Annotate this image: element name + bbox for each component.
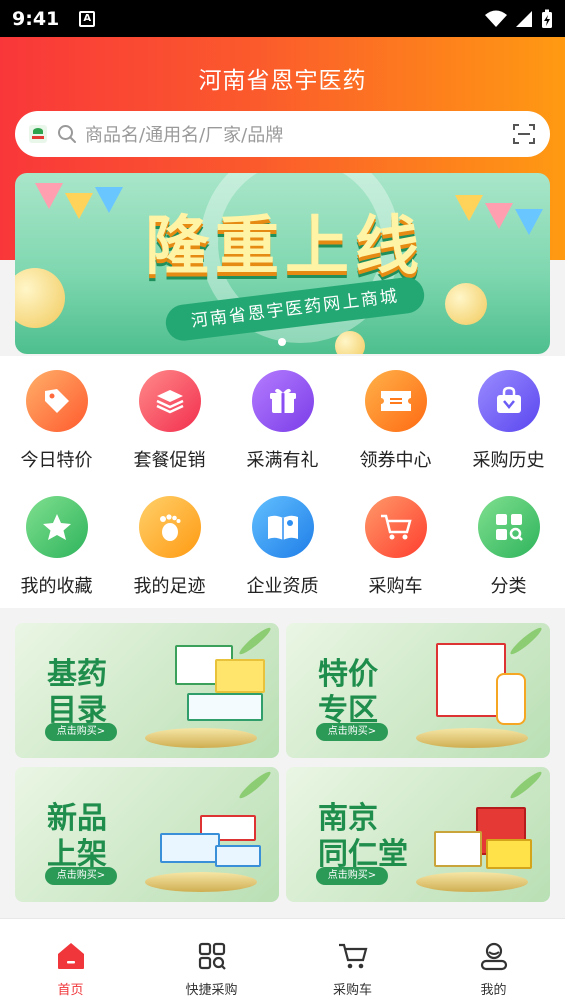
menu-item-label: 套餐促销: [133, 450, 206, 471]
battery-icon: [542, 9, 552, 28]
medicine-box-image: [215, 845, 261, 867]
home-icon: [57, 943, 84, 969]
price-tag-icon: [25, 370, 88, 432]
promo-card-essential-drugs[interactable]: 基药 目录 点击购买>: [15, 623, 279, 758]
buy-now-button[interactable]: 点击购买>: [45, 723, 117, 741]
menu-item-label: 采购历史: [472, 450, 545, 471]
bunting-flag: [455, 195, 483, 221]
leaf-decoration: [508, 625, 544, 657]
layers-icon: [138, 370, 201, 432]
promo-section: 基药 目录 点击购买> 特价 专区 点击购买> 新品 上架 点击购买> 南京 同…: [0, 608, 565, 918]
leaf-decoration: [237, 625, 273, 657]
menu-item-company-qualification[interactable]: 企业资质: [226, 496, 339, 598]
search-input[interactable]: 商品名/通用名/厂家/品牌: [85, 121, 283, 147]
gift-icon: [251, 370, 314, 432]
tab-quick-purchase[interactable]: 快捷采购: [141, 919, 282, 998]
buy-now-button[interactable]: 点击购买>: [316, 723, 388, 741]
brand-logo-icon: [29, 125, 47, 143]
menu-item-my-favorites[interactable]: 我的收藏: [0, 496, 113, 598]
tab-label: 采购车: [332, 983, 372, 998]
bunting-flag: [485, 203, 513, 229]
menu-item-cart[interactable]: 采购车: [339, 496, 452, 598]
buy-now-button[interactable]: 点击购买>: [316, 867, 388, 885]
menu-item-category[interactable]: 分类: [452, 496, 565, 598]
status-bar: 9:41 A: [0, 0, 565, 37]
menu-item-label: 采购车: [368, 576, 423, 597]
quick-menu: 今日特价 套餐促销 采满有礼 领券中心 采购历史 我的收藏 我的足迹 企业资质 …: [0, 356, 565, 608]
search-bar[interactable]: 商品名/通用名/厂家/品牌: [15, 111, 550, 157]
quick-purchase-icon: [198, 942, 226, 970]
medicine-bottle-image: [496, 673, 526, 725]
profile-icon: [480, 942, 507, 971]
cart-icon: [338, 943, 367, 969]
medicine-box-image: [187, 693, 263, 721]
banner-headline: 隆重上线: [145, 209, 425, 284]
promo-card-new-arrivals[interactable]: 新品 上架 点击购买>: [15, 767, 279, 902]
medicine-box-image: [486, 839, 532, 869]
tab-label: 首页: [57, 983, 84, 998]
menu-item-purchase-history[interactable]: 采购历史: [452, 370, 565, 472]
tab-cart[interactable]: 采购车: [282, 919, 423, 998]
menu-item-today-special[interactable]: 今日特价: [0, 370, 113, 472]
bunting-flag: [515, 209, 543, 235]
bunting-flag: [35, 183, 63, 209]
cart-icon: [364, 496, 427, 558]
tab-profile[interactable]: 我的: [423, 919, 564, 998]
display-stand: [145, 872, 257, 892]
display-stand: [416, 872, 528, 892]
category-icon: [477, 496, 540, 558]
menu-item-label: 今日特价: [20, 450, 93, 471]
menu-item-label: 采满有礼: [246, 450, 319, 471]
carousel-indicator[interactable]: [278, 338, 286, 346]
buy-now-button[interactable]: 点击购买>: [45, 867, 117, 885]
tab-label: 我的: [480, 983, 507, 998]
display-stand: [145, 728, 257, 748]
decor-ball: [15, 268, 65, 328]
promo-banner[interactable]: 隆重上线 河南省恩宇医药网上商城: [15, 173, 550, 354]
medicine-box-image: [215, 659, 265, 693]
bunting-flag: [65, 193, 93, 219]
menu-item-my-footprint[interactable]: 我的足迹: [113, 496, 226, 598]
certificate-book-icon: [251, 496, 314, 558]
menu-item-label: 企业资质: [246, 576, 319, 597]
decor-ball: [335, 331, 365, 354]
display-stand: [416, 728, 528, 748]
menu-item-label: 我的足迹: [133, 576, 206, 597]
promo-card-nanjing-tongrentang[interactable]: 南京 同仁堂 点击购买>: [286, 767, 550, 902]
menu-item-label: 分类: [490, 576, 527, 597]
leaf-decoration: [508, 769, 544, 801]
menu-item-label: 我的收藏: [20, 576, 93, 597]
signal-icon: [516, 10, 532, 27]
search-icon: [58, 125, 76, 143]
status-time: 9:41: [12, 7, 60, 30]
shopping-bag-icon: [477, 370, 540, 432]
medicine-box-image: [160, 833, 220, 863]
wifi-icon: [485, 10, 507, 27]
bottom-tab-bar: 首页 快捷采购 采购车 我的: [0, 918, 565, 1004]
tab-home[interactable]: 首页: [0, 919, 141, 998]
coupon-icon: [364, 370, 427, 432]
decor-ball: [445, 283, 487, 325]
star-icon: [25, 496, 88, 558]
page-title: 河南省恩宇医药: [198, 68, 367, 94]
menu-item-coupon-center[interactable]: 领券中心: [339, 370, 452, 472]
leaf-decoration: [237, 769, 273, 801]
promo-card-special-price[interactable]: 特价 专区 点击购买>: [286, 623, 550, 758]
menu-item-full-gift[interactable]: 采满有礼: [226, 370, 339, 472]
tab-label: 快捷采购: [185, 983, 238, 998]
menu-item-label: 领券中心: [359, 450, 432, 471]
medicine-box-image: [434, 831, 482, 867]
footprint-icon: [138, 496, 201, 558]
menu-item-package-promo[interactable]: 套餐促销: [113, 370, 226, 472]
notification-icon: A: [79, 10, 96, 27]
scan-icon[interactable]: [512, 122, 536, 146]
